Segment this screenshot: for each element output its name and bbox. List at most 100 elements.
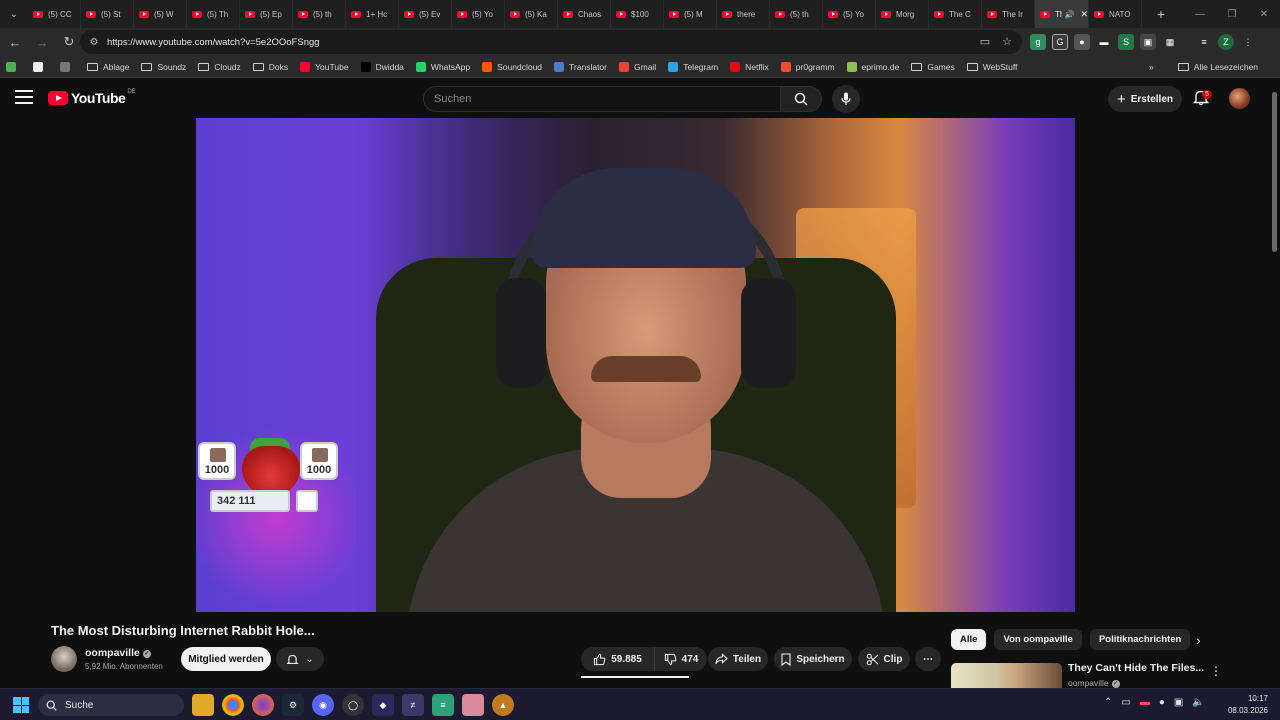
more-vertical-icon[interactable]: ⋮ [1210,664,1222,678]
grid-icon[interactable] [60,61,75,72]
restore-button[interactable]: ❐ [1216,9,1248,20]
browser-tab[interactable]: The Ir [982,0,1035,28]
browser-tab[interactable]: (5) Th [187,0,240,28]
page-scrollbar[interactable] [1270,80,1280,688]
bookmark-icon[interactable] [33,61,48,72]
browser-tab[interactable]: 1+ Hc [346,0,399,28]
tab-search-button[interactable]: ⌄ [0,0,28,28]
browser-tab[interactable]: (5) Yo [452,0,505,28]
bookmark-item[interactable]: Doks [252,62,288,72]
bookmark-item[interactable]: Ablage [87,62,129,72]
browser-tab[interactable]: there [717,0,770,28]
extensions-puzzle-icon[interactable]: ▦ [1162,34,1178,50]
browser-tab[interactable]: Chaos [558,0,611,28]
reload-button[interactable]: ↻ [57,34,81,50]
browser-tab[interactable]: (5) St [81,0,134,28]
bookmark-item[interactable]: Soundz [141,62,186,72]
steam-icon[interactable]: ⚙ [282,694,304,716]
channel-name-row[interactable]: oompaville ✓ [85,647,151,659]
browser-tab[interactable]: (5) Ka [505,0,558,28]
all-bookmarks-folder[interactable]: Alle Lesezeichen [1177,62,1258,72]
browser-tab[interactable]: (5) th [293,0,346,28]
volume-icon[interactable]: 🔈 [1192,697,1204,708]
apps-shortcut-icon[interactable] [6,61,21,72]
system-clock[interactable]: 10:17 08.03.2026 [1226,693,1268,717]
bookmark-star-icon[interactable]: ☆ [1002,35,1012,48]
forward-button[interactable]: → [30,35,54,50]
filter-chip[interactable]: Von oompaville [994,629,1082,650]
address-bar[interactable]: ⚙ https://www.youtube.com/watch?v=5e2OOo… [80,30,1022,54]
bookmark-item[interactable]: WhatsApp [415,61,470,72]
filter-chip[interactable]: Politiknachrichten [1089,629,1191,650]
recommendation-channel-row[interactable]: oompaville ✓ [1068,678,1120,688]
extension-icon[interactable]: ▣ [1140,34,1156,50]
bookmark-item[interactable]: Translator [554,61,607,72]
subscription-notifications-button[interactable]: ⌄ [276,647,324,671]
video-player[interactable]: 1000 1000 342 111 [196,118,1075,612]
profile-avatar[interactable]: Z [1218,34,1234,50]
discord-icon[interactable]: ◉ [312,694,334,716]
chevron-right-icon[interactable]: › [1196,632,1201,648]
site-info-icon[interactable]: ⚙ [83,37,105,48]
recommendation-thumbnail[interactable] [951,663,1062,688]
more-bookmarks-icon[interactable]: » [1149,62,1154,72]
minimize-button[interactable]: — [1184,9,1216,20]
chrome-icon[interactable] [222,694,244,716]
bookmark-item[interactable]: Telegram [668,61,718,72]
bookmark-item[interactable]: Cloudz [198,62,241,72]
new-tab-button[interactable]: + [1148,6,1174,22]
reading-list-icon[interactable]: ≡ [1196,34,1212,50]
vlc-icon[interactable]: ▲ [492,694,514,716]
close-tab-icon[interactable]: ✕ [1080,9,1088,20]
recommendation-channel[interactable]: oompaville [1068,678,1109,688]
search-button[interactable] [781,86,822,112]
browser-tab[interactable]: (5) Ep [240,0,293,28]
bookmark-item[interactable]: Games [911,62,955,72]
browser-tab[interactable]: NATO [1089,0,1142,28]
app-icon[interactable]: ◆ [372,694,394,716]
speaker-icon[interactable]: 🔊 [1064,10,1074,19]
taskbar-search[interactable]: Suche [38,694,184,716]
bookmark-item[interactable]: Dwidda [360,61,404,72]
bookmark-item[interactable]: pr0gramm [780,61,835,72]
cast-icon[interactable]: ▭ [980,35,990,48]
browser-menu-icon[interactable]: ⋮ [1240,34,1256,50]
browser-tab[interactable]: $100 [611,0,664,28]
bookmark-item[interactable]: YouTube [300,61,349,72]
recommendation-title[interactable]: They Can't Hide The Files... [1068,662,1204,674]
tray-chevron-up-icon[interactable]: ⌃ [1104,697,1112,708]
youtube-logo[interactable]: YouTube DE [48,89,136,106]
monitor-icon[interactable]: ▭ [1121,697,1130,708]
search-box[interactable] [423,86,781,112]
close-window-button[interactable]: ✕ [1248,9,1280,20]
more-actions-button[interactable]: ⋯ [915,647,941,671]
bookmark-item[interactable]: Netflix [730,61,769,72]
bookmark-item[interactable]: Gmail [619,61,656,72]
notes-icon[interactable]: ≡ [432,694,454,716]
extension-icon[interactable]: ● [1074,34,1090,50]
browser-tab[interactable]: The C [929,0,982,28]
search-input[interactable] [424,87,780,111]
hamburger-menu-icon[interactable] [15,90,33,104]
display-icon[interactable]: ▣ [1174,697,1183,708]
extension-icon[interactable]: g [1030,34,1046,50]
language-flag-icon[interactable]: ▬ [1140,697,1150,708]
scrollbar-thumb[interactable] [1272,92,1277,252]
bookmark-item[interactable]: eprimo.de [846,61,899,72]
browser-tab[interactable]: Morg [876,0,929,28]
create-button[interactable]: + Erstellen [1108,86,1182,112]
browser-tab[interactable]: (5) th [770,0,823,28]
extension-icon[interactable]: ▬ [1096,34,1112,50]
voice-search-button[interactable] [832,85,860,113]
firefox-icon[interactable] [252,694,274,716]
browser-tab[interactable]: The In🔊 ✕ [1035,0,1089,28]
extension-icon[interactable]: G [1052,34,1068,50]
back-button[interactable]: ← [3,35,27,50]
browser-tab[interactable]: (5) Yo [823,0,876,28]
dislike-button[interactable]: 474 [655,647,707,671]
extension-icon[interactable]: S [1118,34,1134,50]
audio-app-icon[interactable]: ≠ [402,694,424,716]
user-avatar[interactable] [1229,88,1250,109]
clip-button[interactable]: Clip [858,647,910,671]
save-button[interactable]: Speichern [774,647,852,671]
